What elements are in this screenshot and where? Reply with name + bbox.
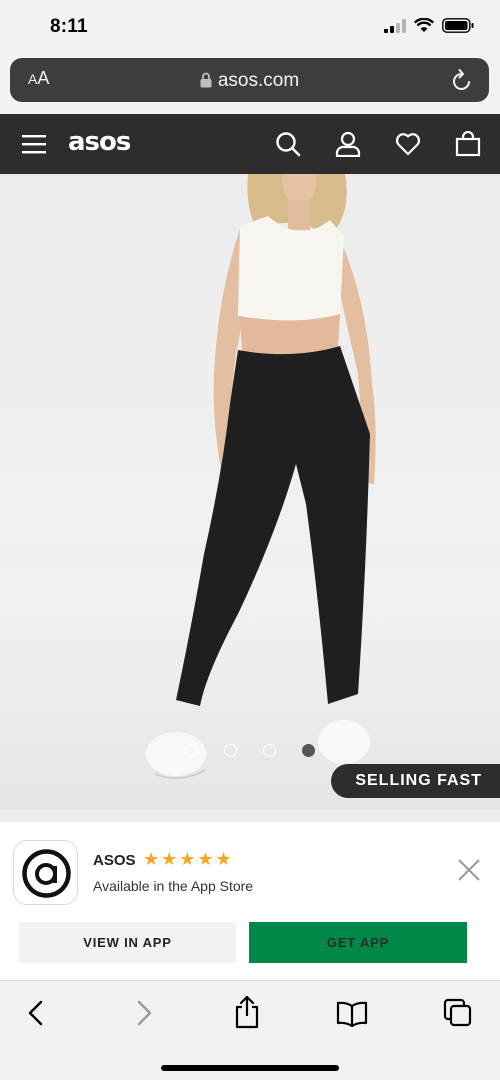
carousel-dots xyxy=(185,744,315,757)
wifi-icon xyxy=(414,18,434,32)
star-rating: ★★★★★ xyxy=(143,849,234,869)
app-banner: ASOS ★★★★★ Available in the App Store VI… xyxy=(0,822,500,980)
back-icon[interactable] xyxy=(26,999,46,1027)
browser-toolbar xyxy=(0,980,500,1080)
url-display[interactable]: asos.com xyxy=(10,70,489,92)
bookmarks-icon[interactable] xyxy=(336,1001,368,1027)
battery-icon xyxy=(442,18,474,33)
lock-icon xyxy=(200,72,212,88)
home-indicator xyxy=(161,1065,339,1071)
section-divider xyxy=(0,810,500,822)
model-figure xyxy=(146,174,376,780)
heart-icon[interactable] xyxy=(395,131,421,157)
product-image[interactable]: SELLING FAST xyxy=(0,174,500,810)
reload-icon[interactable] xyxy=(451,68,473,92)
bag-icon[interactable] xyxy=(455,131,481,157)
app-name: ASOS xyxy=(93,852,136,869)
account-icon[interactable] xyxy=(335,131,361,157)
site-header: asos xyxy=(0,114,500,174)
url-text: asos.com xyxy=(217,70,300,91)
app-subtitle: Available in the App Store xyxy=(93,878,254,894)
selling-fast-badge: SELLING FAST xyxy=(331,764,500,798)
share-icon[interactable] xyxy=(233,995,261,1029)
signal-icon xyxy=(384,18,406,33)
close-icon[interactable] xyxy=(457,858,481,882)
asos-app-icon xyxy=(13,840,78,905)
forward-icon[interactable] xyxy=(134,999,154,1027)
asos-logo[interactable]: asos xyxy=(68,127,131,157)
menu-icon[interactable] xyxy=(22,134,46,154)
carousel-dot[interactable] xyxy=(263,744,276,757)
view-in-app-button[interactable]: VIEW IN APP xyxy=(19,922,236,963)
search-icon[interactable] xyxy=(275,131,301,157)
carousel-dot[interactable] xyxy=(185,744,198,757)
carousel-dot-active[interactable] xyxy=(302,744,315,757)
browser-url-area: AA asos.com xyxy=(0,52,500,114)
address-bar[interactable]: AA asos.com xyxy=(10,58,489,102)
tabs-icon[interactable] xyxy=(443,998,473,1028)
status-icons xyxy=(384,18,474,33)
status-time: 8:11 xyxy=(50,16,88,37)
get-app-button[interactable]: GET APP xyxy=(249,922,467,963)
status-bar: 8:11 xyxy=(0,0,500,52)
carousel-dot[interactable] xyxy=(224,744,237,757)
